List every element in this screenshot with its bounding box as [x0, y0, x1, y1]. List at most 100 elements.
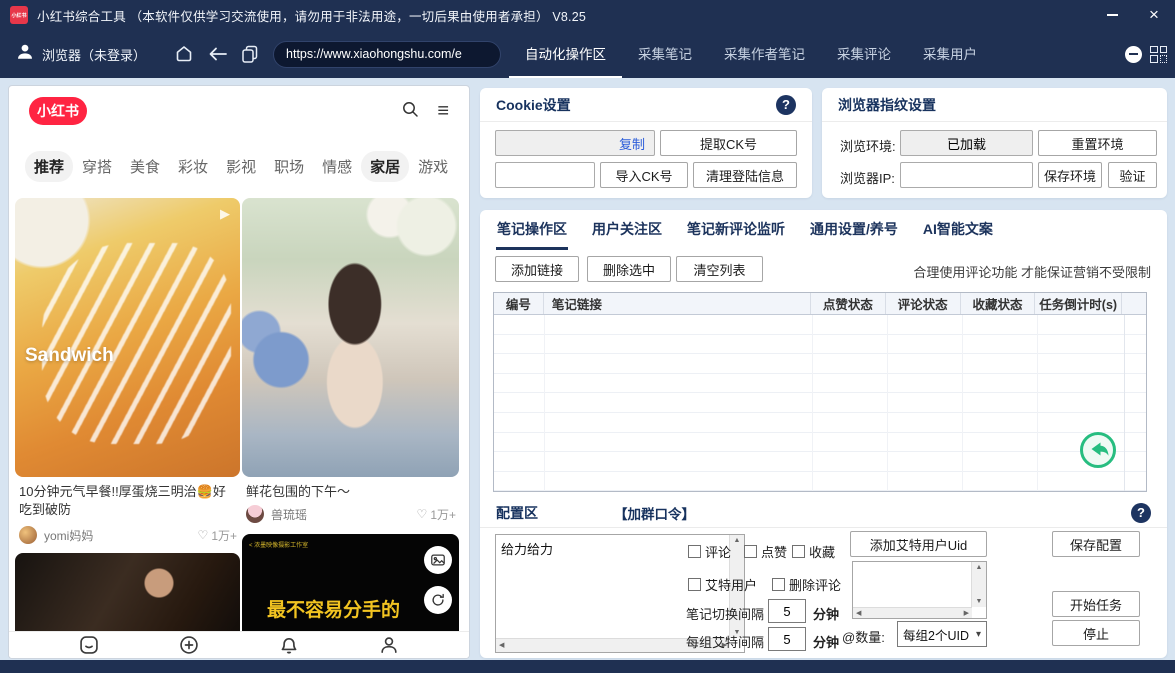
extract-ck-button[interactable]: 提取CK号: [660, 130, 797, 156]
feed-card-movie[interactable]: [15, 553, 240, 632]
add-link-button[interactable]: 添加链接: [495, 256, 579, 282]
nav-tab-collect-author-notes[interactable]: 采集作者笔记: [708, 30, 821, 78]
fingerprint-panel-title: 浏览器指纹设置: [838, 95, 936, 115]
help-icon[interactable]: ?: [776, 95, 796, 115]
clear-login-button[interactable]: 清理登陆信息: [693, 162, 797, 188]
tab-note-operations[interactable]: 笔记操作区: [496, 210, 568, 250]
scroll-down-icon[interactable]: ▼: [976, 598, 983, 605]
feed-card-video[interactable]: < 浓墨映像摄影工作室 最不容易分手的: [242, 534, 459, 632]
at-interval-input[interactable]: [768, 627, 806, 651]
tab-ai-copywriting[interactable]: AI智能文案: [922, 210, 994, 250]
collapse-icon[interactable]: [1125, 46, 1142, 63]
back-arrow-icon[interactable]: [207, 44, 229, 64]
checkbox-box[interactable]: [772, 578, 785, 591]
minimize-button[interactable]: [1091, 0, 1133, 30]
at-count-dropdown[interactable]: 每组2个UID ▾: [897, 621, 987, 647]
category-games[interactable]: 游戏: [409, 151, 457, 182]
import-ck-button[interactable]: 导入CK号: [600, 162, 688, 188]
refresh-pages-icon[interactable]: [240, 44, 260, 64]
checkbox-favorite[interactable]: 收藏: [792, 542, 835, 561]
hamburger-menu-icon[interactable]: ≡: [437, 101, 449, 121]
avatar[interactable]: [19, 526, 37, 544]
checkbox-at-user[interactable]: 艾特用户: [688, 575, 757, 594]
url-input[interactable]: [273, 41, 501, 68]
scroll-left-icon[interactable]: ◀: [499, 642, 504, 649]
image-mode-button[interactable]: [424, 546, 452, 574]
cookie-display-field[interactable]: 复制: [495, 130, 655, 156]
category-outfit[interactable]: 穿搭: [73, 151, 121, 182]
stop-button[interactable]: 停止: [1052, 620, 1140, 646]
checkbox-delete-comment[interactable]: 删除评论: [772, 575, 841, 594]
checkbox-box[interactable]: [688, 578, 701, 591]
config-title: 配置区: [496, 503, 538, 523]
tab-user-follow[interactable]: 用户关注区: [591, 210, 663, 250]
scroll-up-icon[interactable]: ▲: [734, 537, 741, 544]
category-recommend[interactable]: 推荐: [25, 151, 73, 182]
feed-card-flowers[interactable]: [242, 198, 459, 477]
category-career[interactable]: 职场: [265, 151, 313, 182]
author-name[interactable]: yomi妈妈: [44, 527, 93, 544]
category-food[interactable]: 美食: [121, 151, 169, 182]
scroll-right-icon[interactable]: ▶: [964, 610, 969, 617]
browser-view: 小红书 ≡ 推荐 穿搭 美食 彩妆 影视 职场 情感 家居 游戏 ▶ Sandw…: [8, 85, 470, 659]
like-count[interactable]: ♡1万+: [198, 527, 237, 544]
vertical-scrollbar[interactable]: ▲ ▼: [971, 562, 986, 607]
nav-tab-collect-comments[interactable]: 采集评论: [821, 30, 907, 78]
table-body[interactable]: [494, 315, 1146, 491]
close-button[interactable]: ×: [1133, 0, 1175, 30]
copy-link[interactable]: 复制: [619, 134, 645, 153]
category-emotion[interactable]: 情感: [313, 151, 361, 182]
ck-number-input[interactable]: [495, 162, 595, 188]
category-home[interactable]: 家居: [361, 151, 409, 182]
browser-ip-input[interactable]: [900, 162, 1033, 188]
clear-list-button[interactable]: 清空列表: [676, 256, 763, 282]
xhs-bottom-nav: [9, 631, 469, 658]
nav-create-icon[interactable]: [178, 634, 200, 656]
checkbox-box[interactable]: [744, 545, 757, 558]
tab-new-comment-monitor[interactable]: 笔记新评论监听: [686, 210, 786, 250]
checkbox-box[interactable]: [792, 545, 805, 558]
note-title[interactable]: 10分钟元气早餐!!厚蛋烧三明治🍔好吃到破防: [19, 483, 237, 519]
toolbar-right-icons: [1125, 30, 1167, 78]
minimize-icon: [1107, 14, 1118, 16]
checkbox-like[interactable]: 点赞: [744, 542, 787, 561]
nav-notifications-icon[interactable]: [278, 634, 300, 656]
nav-tab-collect-users[interactable]: 采集用户: [907, 30, 993, 78]
scroll-left-icon[interactable]: ◀: [856, 610, 861, 617]
nav-tab-automation[interactable]: 自动化操作区: [509, 30, 622, 78]
help-icon[interactable]: ?: [1131, 503, 1151, 523]
nav-profile-icon[interactable]: [378, 634, 400, 656]
like-count[interactable]: ♡1万+: [417, 506, 456, 523]
xhs-logo[interactable]: 小红书: [29, 97, 87, 125]
tab-general-settings[interactable]: 通用设置/养号: [809, 210, 899, 250]
search-icon[interactable]: [401, 100, 419, 123]
reset-env-button[interactable]: 重置环境: [1038, 130, 1157, 156]
horizontal-scrollbar[interactable]: ◀ ▶: [853, 607, 972, 618]
add-at-uid-button[interactable]: 添加艾特用户Uid: [850, 531, 987, 557]
qr-code-icon[interactable]: [1150, 46, 1167, 63]
home-icon[interactable]: [174, 44, 194, 64]
save-config-button[interactable]: 保存配置: [1052, 531, 1140, 557]
category-makeup[interactable]: 彩妆: [169, 151, 217, 182]
avatar[interactable]: [246, 505, 264, 523]
author-name[interactable]: 兽琉瑶: [271, 506, 307, 523]
refresh-button[interactable]: [424, 586, 452, 614]
category-movies[interactable]: 影视: [217, 151, 265, 182]
usage-notice: 合理使用评论功能 才能保证营销不受限制: [913, 262, 1151, 281]
checkbox-box[interactable]: [688, 545, 701, 558]
start-task-button[interactable]: 开始任务: [1052, 591, 1140, 617]
video-caption: 最不容易分手的: [242, 595, 425, 622]
delete-selected-button[interactable]: 删除选中: [587, 256, 671, 282]
feed-card-sandwich[interactable]: ▶ Sandwich: [15, 198, 240, 477]
note-title[interactable]: 鲜花包围的下午～: [246, 483, 456, 501]
note-interval-input[interactable]: [768, 599, 806, 623]
save-env-button[interactable]: 保存环境: [1038, 162, 1102, 188]
scroll-up-icon[interactable]: ▲: [976, 564, 983, 571]
checkbox-comment[interactable]: 评论: [688, 542, 731, 561]
xhs-header: 小红书 ≡: [9, 86, 469, 136]
back-float-button[interactable]: [1079, 431, 1117, 469]
verify-button[interactable]: 验证: [1108, 162, 1157, 188]
nav-tab-collect-notes[interactable]: 采集笔记: [622, 30, 708, 78]
uid-listbox[interactable]: ▲ ▼ ◀ ▶: [852, 561, 987, 619]
nav-home-icon[interactable]: [78, 634, 100, 656]
